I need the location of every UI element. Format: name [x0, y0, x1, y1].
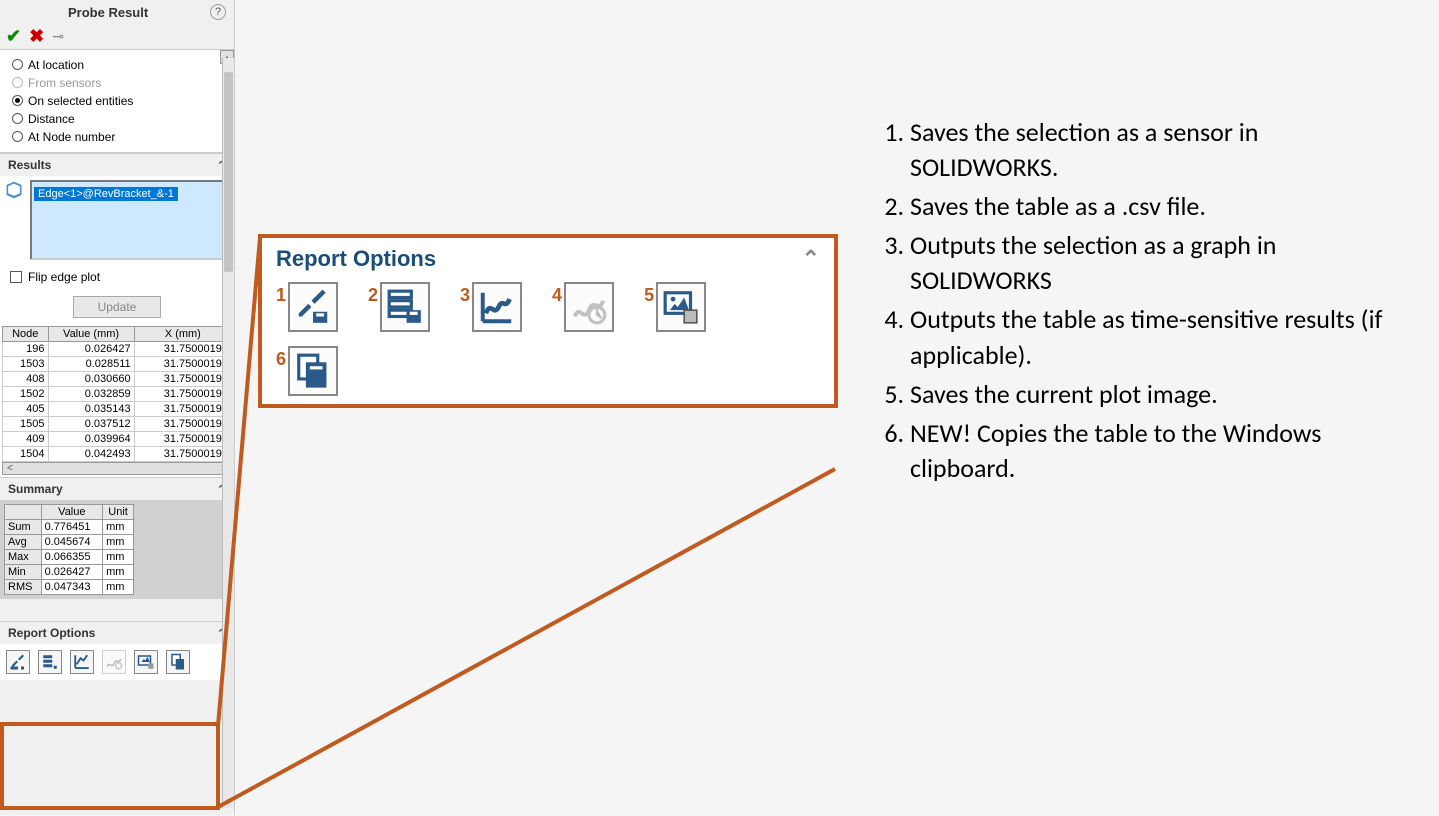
results-table-wrap: Node Value (mm) X (mm) 1960.02642731.750…: [0, 324, 234, 477]
table-row: RMS0.047343mm: [5, 580, 134, 595]
results-table: Node Value (mm) X (mm) 1960.02642731.750…: [2, 326, 232, 462]
vertical-scrollbar[interactable]: ▾: [222, 58, 234, 808]
save-csv-button-large[interactable]: [380, 282, 430, 332]
radio-at-node[interactable]: At Node number: [10, 128, 224, 146]
table-row[interactable]: 4090.03996431.75000191: [3, 432, 232, 447]
chevron-up-icon: ⌃: [802, 246, 820, 272]
update-button[interactable]: Update: [73, 296, 162, 318]
callout-number: 5: [644, 282, 654, 304]
table-row[interactable]: 4050.03514331.75000191: [3, 402, 232, 417]
save-image-button-large[interactable]: [656, 282, 706, 332]
selected-entity[interactable]: Edge<1>@RevBracket_&-1: [34, 187, 178, 201]
callout-number: 4: [552, 282, 562, 304]
callout-number: 6: [276, 346, 286, 368]
table-row: Sum0.776451mm: [5, 520, 134, 535]
callout-number: 3: [460, 282, 470, 304]
response-graph-button-large: [564, 282, 614, 332]
save-csv-button[interactable]: [38, 650, 62, 674]
help-icon[interactable]: ?: [210, 4, 226, 20]
report-options-header[interactable]: Report Options ⌃: [0, 621, 234, 644]
probe-mode-radio-group: At location From sensors On selected ent…: [10, 56, 224, 146]
results-header[interactable]: Results ⌃: [0, 153, 234, 176]
table-row: Max0.066355mm: [5, 550, 134, 565]
save-sensor-button[interactable]: [6, 650, 30, 674]
summary-table: Value Unit Sum0.776451mmAvg0.045674mmMax…: [4, 504, 134, 595]
report-options-toolbar: [0, 644, 234, 680]
callout-title: Report Options ⌃: [276, 246, 820, 272]
summary-header-cell: Value: [41, 505, 103, 520]
table-row[interactable]: 15020.03285931.75000191: [3, 387, 232, 402]
radio-distance[interactable]: Distance: [10, 110, 224, 128]
property-manager-panel: Probe Result ? ✔ ✖ ⊸ ▴ At location From …: [0, 0, 235, 815]
copy-clipboard-button-large[interactable]: [288, 346, 338, 396]
description-item: NEW! Copies the table to the Windows cli…: [910, 416, 1400, 486]
flip-edge-plot-checkbox[interactable]: Flip edge plot: [0, 264, 234, 290]
selection-list[interactable]: Edge<1>@RevBracket_&-1: [30, 180, 230, 260]
table-row[interactable]: 1960.02642731.75000191: [3, 342, 232, 357]
description-item: Outputs the selection as a graph in SOLI…: [910, 228, 1400, 298]
summary-header[interactable]: Summary ⌃: [0, 477, 234, 500]
summary-header-cell: Unit: [103, 505, 134, 520]
results-selection-box: Edge<1>@RevBracket_&-1: [0, 176, 234, 264]
table-row[interactable]: 15050.03751231.75000191: [3, 417, 232, 432]
cancel-icon[interactable]: ✖: [29, 26, 44, 47]
scroll-down-icon[interactable]: ▾: [223, 794, 235, 808]
radio-from-sensors: From sensors: [10, 74, 224, 92]
table-row: Avg0.045674mm: [5, 535, 134, 550]
table-row[interactable]: 15030.02851131.75000191: [3, 357, 232, 372]
callout-number: 2: [368, 282, 378, 304]
table-header[interactable]: Value (mm): [48, 327, 134, 342]
save-sensor-button-large[interactable]: [288, 282, 338, 332]
response-graph-button: [102, 650, 126, 674]
horizontal-scrollbar[interactable]: <>: [2, 462, 232, 475]
radio-at-location[interactable]: At location: [10, 56, 224, 74]
description-item: Saves the table as a .csv file.: [910, 189, 1400, 224]
callout-report-options: Report Options ⌃ 1 2 3 4 5: [258, 234, 838, 408]
plot-graph-button[interactable]: [70, 650, 94, 674]
table-header[interactable]: Node: [3, 327, 49, 342]
table-row[interactable]: 15040.04249331.75000191: [3, 447, 232, 462]
panel-title: Probe Result: [68, 5, 148, 20]
callout-number: 1: [276, 282, 286, 304]
panel-header: Probe Result ?: [0, 0, 234, 24]
save-image-button[interactable]: [134, 650, 158, 674]
action-bar: ✔ ✖ ⊸: [0, 24, 234, 49]
pin-icon[interactable]: ⊸: [52, 28, 64, 45]
entity-icon: [4, 180, 24, 200]
description-item: Outputs the table as time-sensitive resu…: [910, 302, 1400, 372]
table-row[interactable]: 4080.03066031.75000191: [3, 372, 232, 387]
checkbox-icon: [10, 271, 22, 283]
table-header[interactable]: X (mm): [134, 327, 231, 342]
summary-header-cell: [5, 505, 42, 520]
radio-on-selected[interactable]: On selected entities: [10, 92, 224, 110]
ok-icon[interactable]: ✔: [6, 26, 21, 47]
copy-clipboard-button[interactable]: [166, 650, 190, 674]
table-row: Min0.026427mm: [5, 565, 134, 580]
descriptions-list: Saves the selection as a sensor in SOLID…: [880, 115, 1400, 490]
description-item: Saves the current plot image.: [910, 377, 1400, 412]
scrollbar-thumb[interactable]: [224, 72, 233, 272]
description-item: Saves the selection as a sensor in SOLID…: [910, 115, 1400, 185]
options-section: ▴ At location From sensors On selected e…: [0, 49, 234, 153]
plot-graph-button-large[interactable]: [472, 282, 522, 332]
